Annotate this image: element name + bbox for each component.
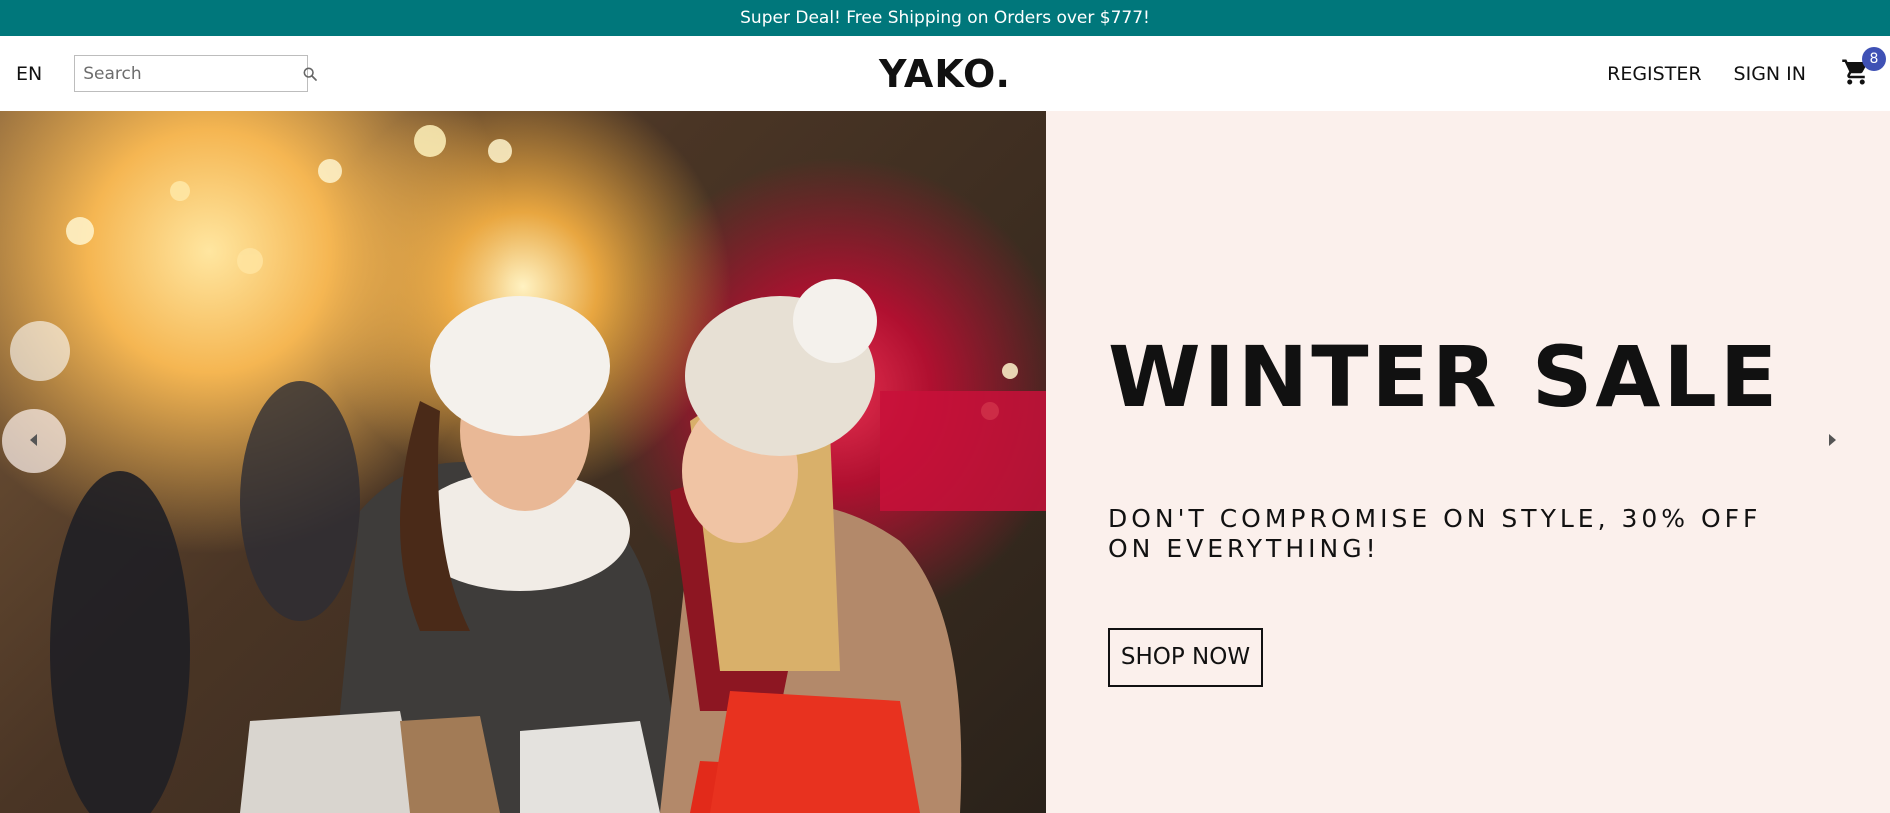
search-input[interactable] — [83, 63, 303, 84]
announcement-bar: Super Deal! Free Shipping on Orders over… — [0, 0, 1890, 36]
search-box — [74, 55, 318, 92]
register-link[interactable]: REGISTER — [1607, 63, 1701, 85]
announcement-text: Super Deal! Free Shipping on Orders over… — [740, 8, 1150, 28]
shop-now-button[interactable]: SHOP NOW — [1108, 627, 1263, 687]
cart-button[interactable]: 8 — [1838, 46, 1886, 92]
arrow-right-icon — [1826, 432, 1838, 451]
cart-count-badge: 8 — [1862, 46, 1886, 71]
language-selector[interactable]: EN — [16, 63, 42, 85]
hero-illustration — [10, 125, 1046, 813]
hero-slider: WINTER SALE DON'T COMPROMISE ON STYLE, 3… — [0, 111, 1890, 813]
search-icon[interactable] — [302, 65, 318, 83]
sign-in-link[interactable]: SIGN IN — [1734, 63, 1806, 85]
nav-left: EN — [16, 55, 318, 92]
site-logo[interactable]: YAKO. — [879, 52, 1011, 96]
slide-title: WINTER SALE — [1108, 327, 1781, 426]
hero-image — [0, 111, 1046, 813]
navbar: EN YAKO. REGISTER SIGN IN 8 — [0, 36, 1890, 111]
slider-prev-arrow[interactable] — [2, 409, 66, 473]
nav-right: REGISTER SIGN IN 8 — [1607, 46, 1886, 92]
slide-info: WINTER SALE DON'T COMPROMISE ON STYLE, 3… — [1046, 111, 1890, 813]
slide-description: DON'T COMPROMISE ON STYLE, 30% OFF ON EV… — [1108, 503, 1762, 563]
slider-next-arrow[interactable] — [1800, 409, 1864, 473]
arrow-left-icon — [28, 432, 40, 451]
